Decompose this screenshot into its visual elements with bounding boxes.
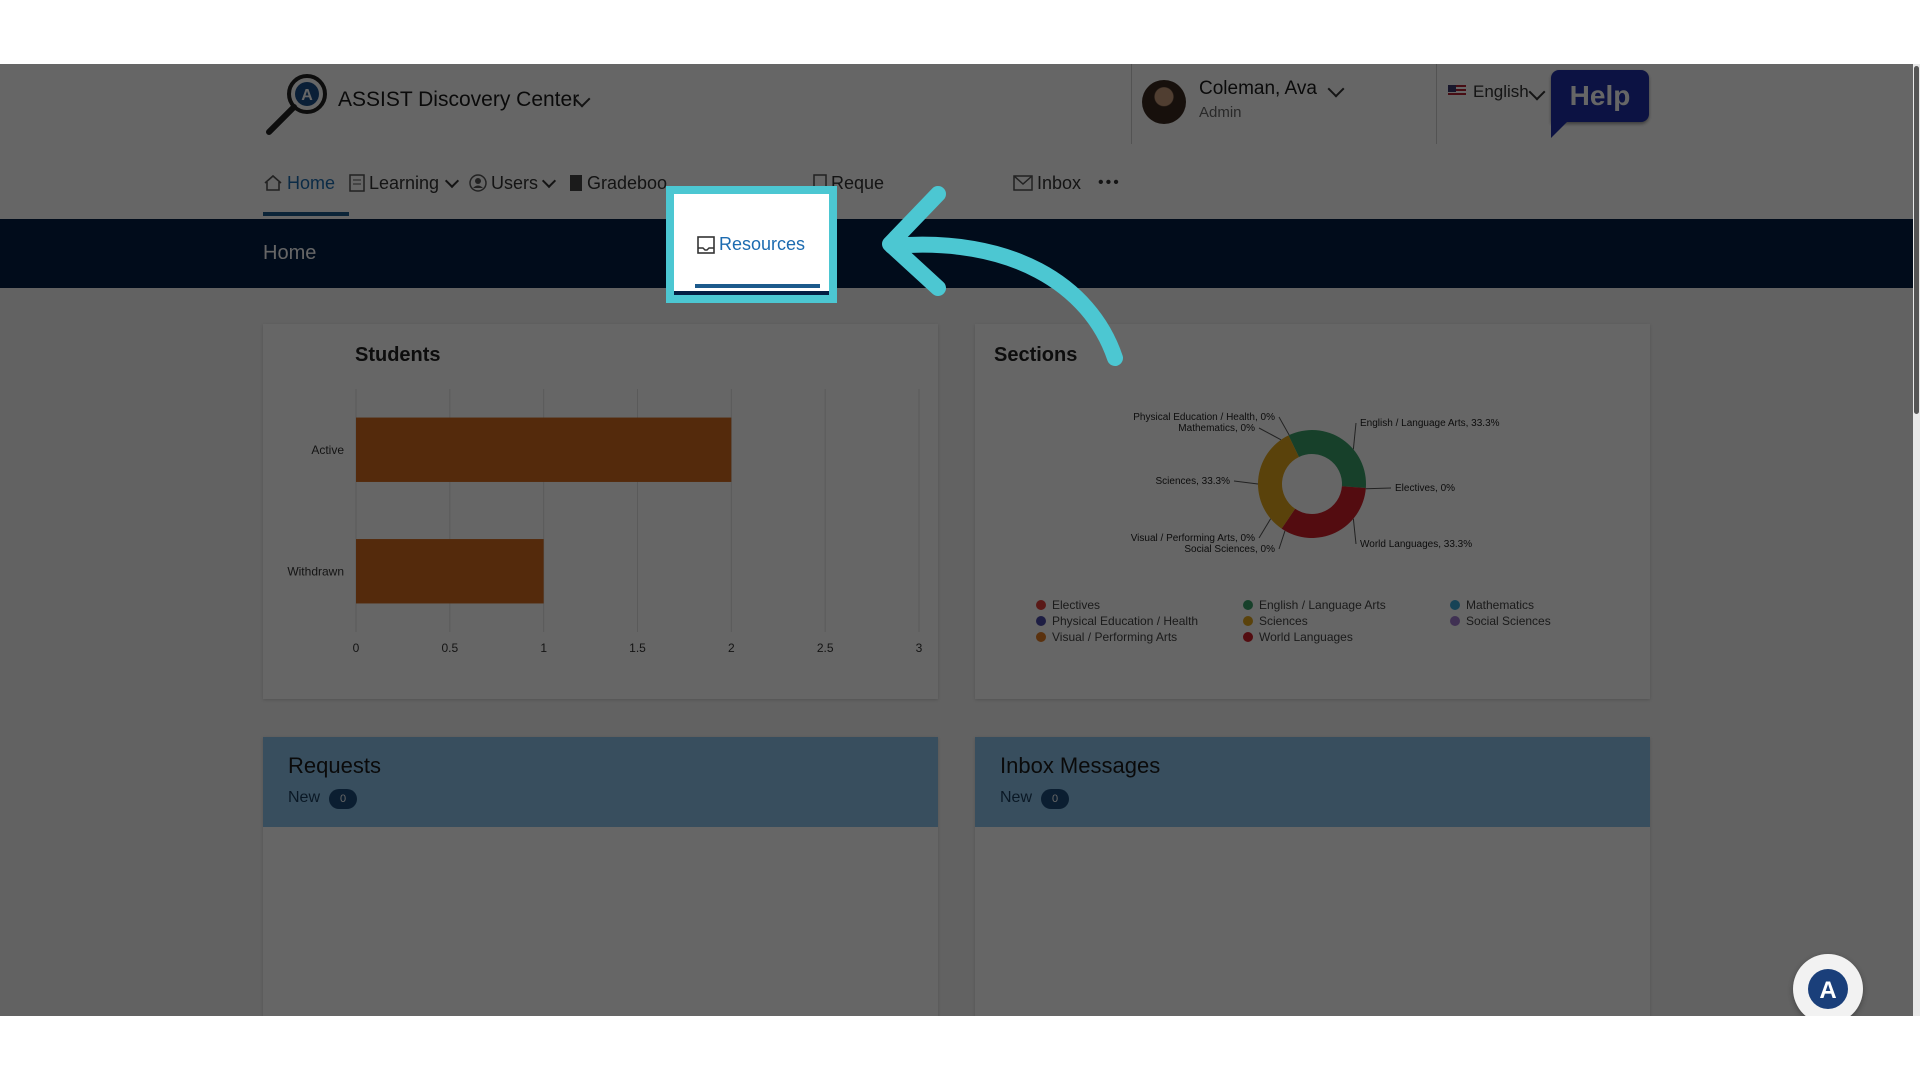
legend-swatch	[1450, 600, 1460, 610]
slice-label: English / Language Arts, 33.3%	[1360, 418, 1500, 429]
legend-label: Mathematics	[1466, 598, 1534, 612]
user-name[interactable]: Coleman, Ava	[1199, 78, 1317, 100]
slice-label: Mathematics, 0%	[1178, 423, 1255, 434]
slice-label-leader	[1258, 518, 1272, 539]
requests-panel-header[interactable]: Requests New 0	[263, 737, 938, 827]
nav-users-label: Users	[491, 172, 539, 193]
bar-withdrawn	[356, 539, 544, 604]
x-tick-label: 3	[916, 641, 923, 655]
slice-label: Sciences, 33.3%	[1156, 476, 1231, 487]
students-card: Students 0 0.5 1 1.5 2 2.5 3 Active Withdrawn	[263, 324, 938, 699]
x-tick-label: 0.5	[441, 641, 458, 655]
inbox-title: Inbox Messages	[1000, 753, 1161, 778]
app-window: A ASSIST Discovery Center Coleman, Ava A…	[0, 64, 1913, 1016]
slice-label-leader	[1258, 427, 1282, 441]
x-tick-label: 2	[728, 641, 735, 655]
chevron-down-icon[interactable]	[1327, 80, 1345, 98]
learning-icon	[349, 174, 365, 192]
legend-swatch	[1036, 616, 1046, 626]
requests-new-label: New	[288, 789, 321, 806]
legend-label: Visual / Performing Arts	[1052, 630, 1177, 644]
legend-label: Social Sciences	[1466, 614, 1551, 628]
breadcrumb: Home	[263, 242, 317, 264]
requests-panel: Requests New 0	[263, 737, 938, 1016]
svg-text:A: A	[1819, 977, 1836, 1004]
user-role: Admin	[1199, 104, 1242, 121]
assist-fab-icon: A	[1808, 969, 1848, 1009]
home-icon	[264, 174, 282, 191]
nav-home[interactable]: Home	[263, 170, 335, 196]
bar-active	[356, 417, 732, 482]
legend-swatch	[1243, 600, 1253, 610]
requests-title: Requests	[288, 753, 381, 778]
legend-swatch	[1036, 632, 1046, 642]
slice-label-leader	[1365, 487, 1392, 490]
legend-label: Sciences	[1259, 614, 1308, 628]
nav-learning[interactable]: Learning	[349, 170, 460, 196]
header-divider	[1436, 64, 1437, 144]
users-icon	[469, 174, 487, 192]
x-tick-label: 2.5	[817, 641, 834, 655]
slice-label-leader	[1352, 518, 1357, 545]
slice-label: Social Sciences, 0%	[1184, 544, 1275, 555]
legend-swatch	[1243, 616, 1253, 626]
tutorial-arrow-icon	[882, 186, 1123, 366]
inbox-panel-header[interactable]: Inbox Messages New 0	[975, 737, 1650, 827]
app-title[interactable]: ASSIST Discovery Center	[338, 88, 579, 112]
sections-card: Sections English / Language Arts, 33.3% W…	[975, 324, 1650, 699]
students-bar-chart: 0 0.5 1 1.5 2 2.5 3 Active Withdrawn	[287, 389, 923, 655]
chevron-down-icon	[444, 173, 460, 189]
avatar[interactable]	[1142, 80, 1186, 124]
nav-resources[interactable]: Resources	[697, 234, 805, 255]
flag-icon	[1448, 85, 1466, 97]
slice-label-leader	[1233, 480, 1259, 485]
legend-swatch	[1243, 632, 1253, 642]
resources-spotlight[interactable]: Resources	[666, 186, 837, 303]
nav-active-indicator	[263, 212, 349, 216]
y-tick-label: Withdrawn	[287, 564, 344, 578]
resources-icon	[697, 235, 715, 254]
legend-label: Physical Education / Health	[1052, 614, 1198, 628]
header-divider	[1131, 64, 1132, 144]
inbox-new-label: New	[1000, 789, 1033, 806]
slice-label-leader	[1278, 416, 1290, 436]
legend-label: Electives	[1052, 598, 1100, 612]
y-tick-label: Active	[311, 443, 344, 457]
sections-donut-chart: English / Language Arts, 33.3% World Lang…	[1036, 412, 1551, 644]
inbox-messages-panel: Inbox Messages New 0	[975, 737, 1650, 1016]
nav-gradebook-label: Gradeboo	[587, 172, 668, 193]
nav-home-label: Home	[287, 172, 336, 193]
requests-count-badge: 0	[329, 789, 357, 809]
x-tick-label: 0	[353, 641, 360, 655]
nav-users[interactable]: Users	[469, 170, 557, 196]
language-select[interactable]: English	[1473, 82, 1529, 102]
assist-fab-button[interactable]: A	[1793, 954, 1863, 1016]
breadcrumb-bar-segment	[674, 291, 829, 295]
scrollbar-thumb[interactable]	[1914, 66, 1919, 414]
slice-label-leader	[1278, 530, 1286, 550]
x-tick-label: 1.5	[629, 641, 646, 655]
nav-gradebook[interactable]: Gradeboo	[569, 170, 667, 196]
nav-learning-label: Learning	[369, 172, 440, 193]
x-tick-label: 1	[540, 641, 547, 655]
legend-label: World Languages	[1259, 630, 1353, 644]
donut-slice	[1281, 486, 1366, 538]
nav-resources-indicator	[695, 284, 820, 288]
gradebook-icon	[570, 175, 582, 191]
slice-label: World Languages, 33.3%	[1360, 539, 1472, 550]
svg-text:A: A	[301, 87, 313, 104]
chevron-down-icon	[541, 173, 557, 189]
slice-label-leader	[1352, 422, 1357, 450]
slice-label: Physical Education / Health, 0%	[1133, 412, 1275, 423]
nav-resources-label: Resources	[719, 234, 806, 254]
inbox-count-badge: 0	[1041, 789, 1069, 809]
legend-swatch	[1036, 600, 1046, 610]
logo-icon[interactable]: A	[263, 70, 331, 136]
legend-label: English / Language Arts	[1259, 598, 1386, 612]
legend-swatch	[1450, 616, 1460, 626]
chevron-down-icon[interactable]	[1528, 83, 1546, 101]
slice-label: Electives, 0%	[1395, 483, 1455, 494]
help-button[interactable]: Help	[1551, 70, 1649, 138]
slice-label: Visual / Performing Arts, 0%	[1131, 533, 1255, 544]
